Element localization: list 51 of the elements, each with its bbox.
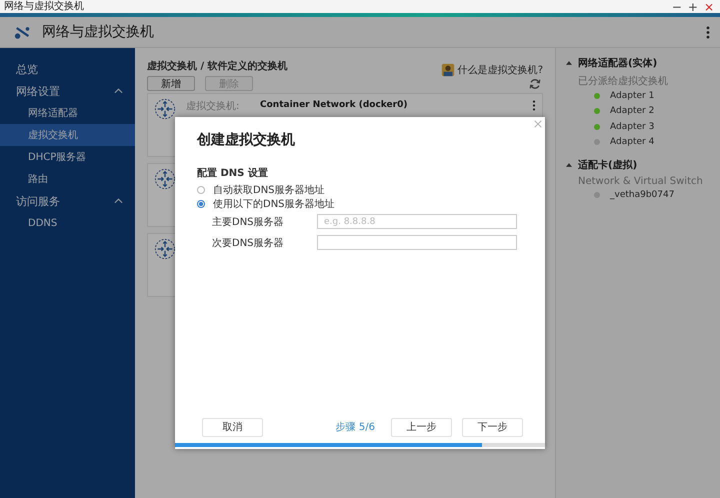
sidebar-item[interactable]: 访问服务: [0, 190, 135, 212]
section-subtitle: 已分派给虚拟交换机: [578, 74, 669, 88]
more-icon[interactable]: [532, 100, 536, 111]
switch-icon: [154, 98, 176, 120]
field-label: 次要DNS服务器: [212, 236, 285, 250]
adapter-name[interactable]: Adapter 4: [610, 137, 654, 148]
person-icon: [440, 63, 455, 77]
section-subtitle: Network & Virtual Switch: [578, 176, 704, 187]
add-button[interactable]: 新增: [147, 76, 195, 91]
radio-label[interactable]: 自动获取DNS服务器地址: [213, 183, 325, 197]
radio-label[interactable]: 使用以下的DNS服务器地址: [213, 197, 335, 211]
sidebar-item[interactable]: DDNS: [0, 212, 135, 234]
sidebar-item[interactable]: 总览: [0, 58, 135, 80]
section-title: 网络适配器(实体): [578, 56, 658, 70]
adapter-name[interactable]: _vetha9b0747: [610, 190, 674, 200]
more-icon[interactable]: [706, 26, 710, 38]
input-field[interactable]: e.g. 8.8.8.8: [317, 214, 517, 229]
minimize-button[interactable]: −: [670, 0, 684, 12]
sidebar-item[interactable]: 虚拟交换机: [0, 124, 135, 146]
adapter-name[interactable]: Adapter 1: [610, 90, 654, 101]
maximize-button[interactable]: +: [686, 0, 700, 12]
help-link[interactable]: 什么是虚拟交换机?: [458, 63, 543, 77]
sidebar-item[interactable]: DHCP服务器: [0, 146, 135, 168]
chevron-up-icon[interactable]: [114, 88, 123, 94]
back-button[interactable]: 上一步: [391, 418, 452, 436]
breadcrumb: 虚拟交换机 / 软件定义的交换机: [147, 59, 288, 73]
sidebar-item[interactable]: 网络设置: [0, 80, 135, 102]
field-label: 主要DNS服务器: [212, 216, 285, 228]
collapse-icon[interactable]: [566, 163, 572, 167]
input-field[interactable]: [317, 235, 517, 250]
section-heading: 配置 DNS 设置: [197, 166, 269, 180]
app-title: 网络与虚拟交换机: [42, 23, 155, 41]
next-button[interactable]: 下一步: [462, 418, 523, 436]
switch-label: 虚拟交换机:: [186, 100, 240, 113]
dialog-title: 创建虚拟交换机: [197, 131, 296, 149]
cancel-button[interactable]: 取消: [202, 418, 263, 436]
adapter-name[interactable]: Adapter 2: [610, 106, 654, 116]
window-title: 网络与虚拟交换机: [4, 0, 84, 12]
network-icon: [14, 24, 32, 40]
chevron-up-icon[interactable]: [114, 198, 123, 204]
close-button[interactable]: ×: [702, 0, 716, 12]
sidebar-item[interactable]: 网络适配器: [0, 102, 135, 124]
step-indicator: 步骤 5/6: [336, 420, 375, 434]
sidebar-item[interactable]: 路由: [0, 168, 135, 190]
collapse-icon[interactable]: [566, 61, 572, 65]
refresh-icon[interactable]: [529, 78, 541, 90]
radio-button[interactable]: [197, 186, 205, 194]
switch-name: Container Network (docker0): [260, 100, 408, 110]
adapter-name[interactable]: Adapter 3: [610, 122, 654, 132]
section-title: 适配卡(虚拟): [578, 158, 638, 172]
radio-button[interactable]: [197, 200, 205, 208]
